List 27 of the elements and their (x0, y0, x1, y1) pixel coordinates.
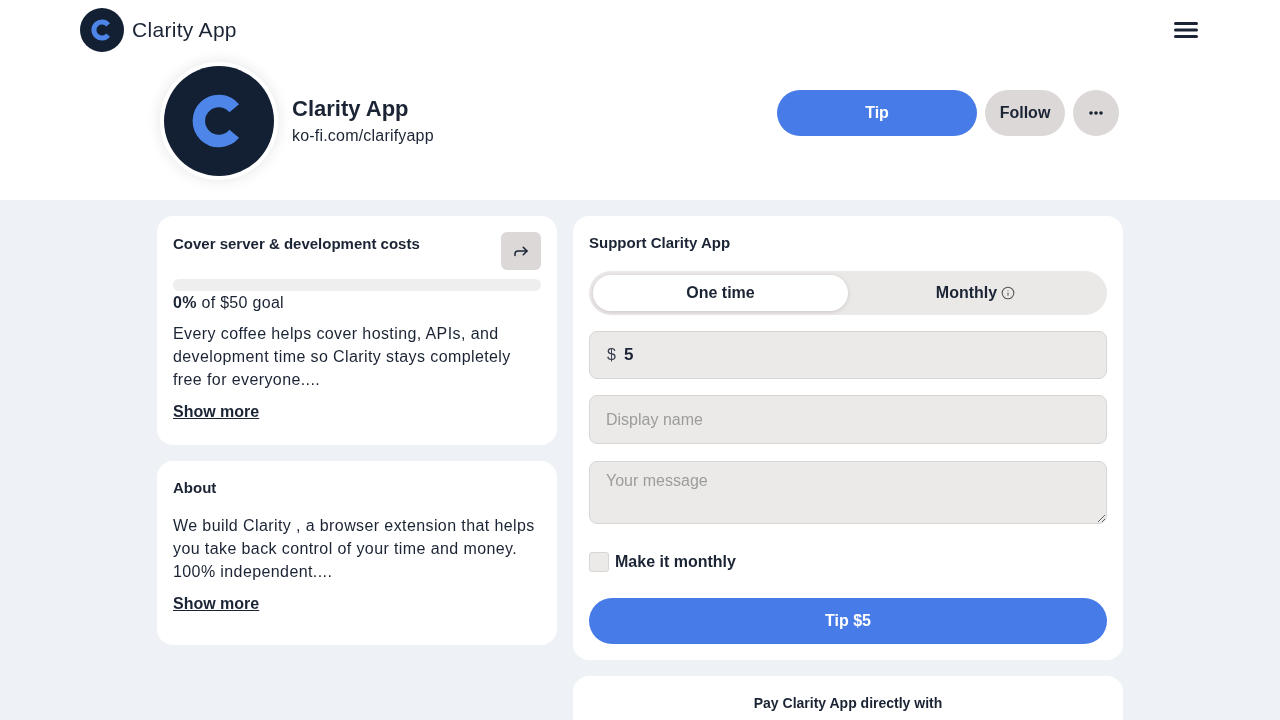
goal-title: Cover server & development costs (173, 235, 420, 253)
profile-name: Clarity App (292, 96, 410, 122)
show-more-link[interactable]: Show more (173, 592, 260, 615)
support-title: Support Clarity App (589, 234, 732, 252)
about-title: About (173, 479, 218, 497)
profile-url: ko-fi.com/clarifyapp (292, 126, 434, 146)
menu-icon (1174, 21, 1198, 39)
brand-name: Clarity App (132, 18, 237, 42)
goal-description: Every coffee helps cover hosting, APIs, and development time so Clarity stays completely free for everyone.... (173, 324, 512, 390)
checkbox-label[interactable]: Make it monthly (615, 553, 736, 571)
menu-button[interactable] (1174, 21, 1198, 39)
goal-progress-text: 0% of $50 goal (173, 294, 285, 312)
tip-submit-button[interactable]: Tip $5 (589, 598, 1107, 644)
frequency-tab[interactable]: Monthly (848, 275, 1103, 311)
payment-title: Pay Clarity App directly with (752, 694, 944, 712)
share-button[interactable] (501, 232, 541, 270)
follow-button[interactable]: Follow (985, 90, 1065, 136)
checkbox[interactable] (589, 552, 609, 572)
more-icon (1089, 111, 1103, 115)
logo-icon (80, 8, 124, 52)
frequency-tab[interactable]: One time (593, 275, 848, 311)
show-more-link[interactable]: Show more (173, 400, 260, 423)
currency-symbol: $ (607, 346, 616, 364)
message-field[interactable]: Your message (589, 461, 1107, 524)
about-description: We build Clarity , a browser extension that helps you take back control of your time and money. 100% independent.... (173, 516, 536, 582)
tip-button[interactable]: Tip (777, 90, 977, 136)
display-name-field[interactable]: Display name (589, 395, 1107, 444)
